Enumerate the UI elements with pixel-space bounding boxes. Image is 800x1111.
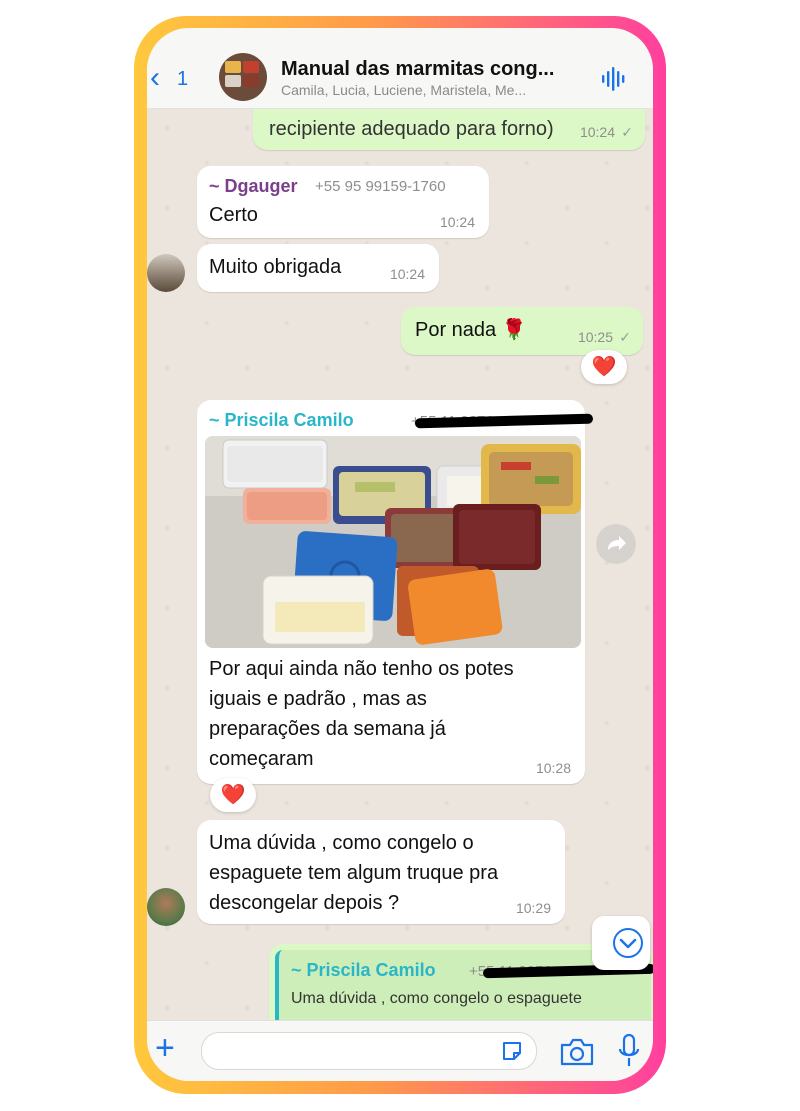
message-text: Por nada 🌹	[415, 319, 527, 341]
quote-text: Uma dúvida , como congelo o espaguete	[291, 990, 582, 1007]
chat-screen: recipiente adequado para forno) 10:24 ✓ …	[147, 28, 653, 1081]
sender-name[interactable]: ~ Priscila Camilo	[209, 410, 354, 431]
read-check-icon: ✓	[621, 124, 633, 140]
scroll-to-bottom-button[interactable]	[592, 916, 650, 970]
message-outgoing[interactable]: Por nada 🌹 10:25 ✓	[401, 307, 643, 355]
message-input[interactable]	[201, 1032, 537, 1070]
forward-icon	[608, 536, 626, 550]
camera-icon[interactable]	[559, 1037, 595, 1067]
message-line: preparações da semana já	[209, 718, 446, 740]
microphone-icon[interactable]	[617, 1033, 641, 1069]
message-time: 10:25	[577, 329, 613, 345]
food-containers-photo[interactable]	[205, 436, 581, 648]
message-incoming-photo[interactable]: ~ Priscila Camilo +55 11 9876	[197, 400, 594, 784]
sticker-icon[interactable]	[500, 1039, 524, 1063]
plus-icon[interactable]: +	[155, 1031, 175, 1065]
message-time: 10:24	[439, 214, 475, 230]
avatar[interactable]	[147, 888, 185, 926]
group-members[interactable]: Camila, Lucia, Luciene, Maristela, Me...	[281, 82, 526, 98]
read-check-icon: ✓	[619, 329, 631, 345]
message-line: começaram	[209, 748, 314, 770]
photo-image	[205, 436, 581, 648]
avatar[interactable]	[147, 254, 185, 292]
group-avatar[interactable]	[219, 53, 267, 101]
group-title[interactable]: Manual das marmitas cong...	[281, 58, 554, 81]
message-line: Por aqui ainda não tenho os potes	[209, 658, 514, 680]
reaction-heart[interactable]: ❤️	[581, 350, 627, 384]
message-time: 10:28	[535, 760, 571, 776]
message-time: 10:24	[579, 124, 615, 140]
unread-count: 1	[177, 68, 189, 90]
chevron-left-icon: ‹	[150, 61, 160, 94]
chat-header: ‹ 1 Manual das marmitas cong... Camila, …	[147, 28, 653, 109]
back-button[interactable]: ‹ 1	[147, 61, 195, 96]
chevron-down-circle-icon	[613, 928, 643, 958]
forward-button[interactable]	[596, 524, 636, 564]
message-time: 10:24	[389, 266, 425, 282]
message-line: Uma dúvida , como congelo o	[209, 832, 474, 854]
message-text: recipiente adequado para forno)	[269, 118, 554, 140]
message-line: descongelar depois ?	[209, 892, 400, 914]
audio-wave-icon[interactable]	[601, 66, 627, 92]
message-text: Certo	[209, 204, 258, 226]
sender-phone: +55 95 99159-1760	[315, 178, 446, 195]
message-time: 10:29	[515, 900, 551, 916]
sender-name[interactable]: ~ Dgauger	[209, 176, 298, 197]
reaction-heart[interactable]: ❤️	[210, 778, 256, 812]
message-line: iguais e padrão , mas as	[209, 688, 427, 710]
message-incoming[interactable]: Muito obrigada 10:24	[197, 244, 439, 292]
message-incoming[interactable]: Uma dúvida , como congelo o espaguete te…	[197, 820, 565, 924]
quote-sender-name: ~ Priscila Camilo	[291, 960, 436, 980]
compose-bar: +	[147, 1020, 653, 1081]
message-incoming[interactable]: ~ Dgauger +55 95 99159-1760 Certo 10:24	[197, 166, 489, 238]
message-line: espaguete tem algum truque pra	[209, 862, 499, 884]
message-text: Muito obrigada	[209, 256, 342, 278]
